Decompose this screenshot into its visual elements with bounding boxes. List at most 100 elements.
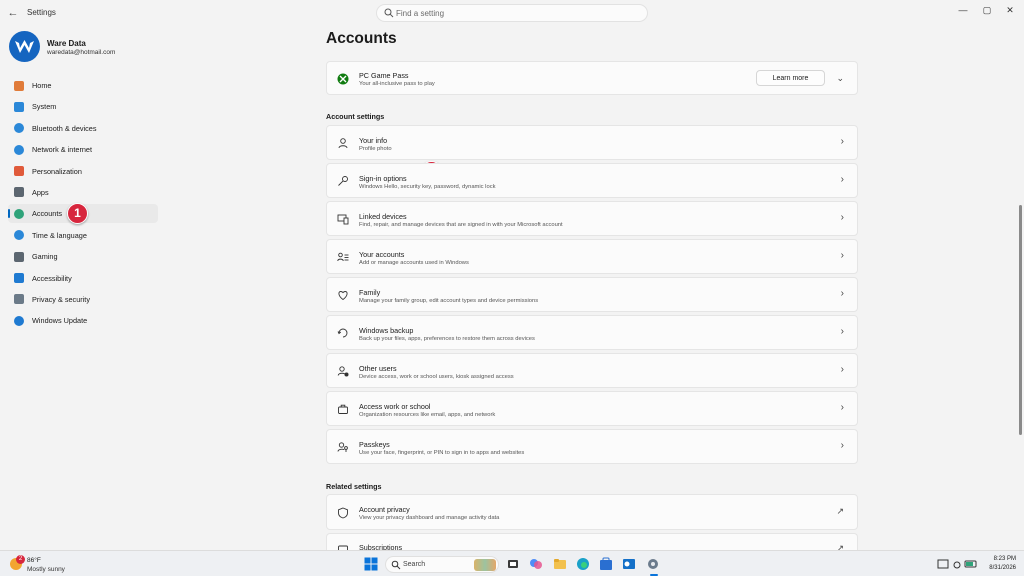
maximize-button[interactable]: ▢ xyxy=(977,3,997,17)
settings-item-family[interactable]: Family Manage your family group, edit acc… xyxy=(326,277,858,312)
title-bar: ← Settings — ▢ ✕ xyxy=(0,0,1024,26)
minimize-button[interactable]: — xyxy=(953,3,973,17)
battery-icon[interactable] xyxy=(964,556,978,572)
sidebar-item-label: Personalization xyxy=(32,166,82,176)
notification-icon[interactable] xyxy=(937,556,949,572)
page-title: Accounts xyxy=(326,30,397,47)
settings-item-your-info[interactable]: Your info Profile photo › xyxy=(326,125,858,160)
windows-start-icon[interactable] xyxy=(363,556,379,572)
external-link-icon: ↗ xyxy=(836,506,844,516)
sidebar-item-windows-update[interactable]: Windows Update xyxy=(8,311,158,330)
sidebar-item-home[interactable]: Home xyxy=(8,76,158,95)
settings-item-your-accounts[interactable]: Your accounts Add or manage accounts used… xyxy=(326,239,858,274)
backup-icon xyxy=(337,328,348,338)
person-outline-icon xyxy=(338,138,348,149)
settings-item-title: Passkeys xyxy=(359,440,390,449)
edge-icon[interactable] xyxy=(575,556,591,572)
settings-item-title: Sign-in options xyxy=(359,174,407,183)
settings-item-subtitle: Device access, work or school users, kio… xyxy=(359,374,514,380)
settings-item-access-work-or-school[interactable]: Access work or school Organization resour… xyxy=(326,391,858,426)
sidebar-item-gaming[interactable]: Gaming xyxy=(8,247,158,266)
settings-item-subtitle: Back up your files, apps, preferences to… xyxy=(359,336,535,342)
user-profile[interactable]: Ware Data waredata@hotmail.com xyxy=(9,31,209,63)
settings-gear-icon[interactable] xyxy=(645,556,661,572)
settings-item-title: Family xyxy=(359,288,381,297)
sidebar-item-label: Privacy & security xyxy=(32,294,90,304)
settings-item-sign-in-options[interactable]: Sign-in options Windows Hello, security k… xyxy=(326,163,858,198)
chevron-down-icon[interactable]: ⌄ xyxy=(836,73,844,84)
settings-item-subtitle: Windows Hello, security key, password, d… xyxy=(359,184,496,190)
clock-time[interactable]: 8:23 PM xyxy=(984,556,1016,562)
avatar xyxy=(9,31,40,62)
close-button[interactable]: ✕ xyxy=(1000,3,1020,17)
task-view-icon[interactable] xyxy=(505,556,521,572)
key-icon xyxy=(338,176,348,186)
search-highlight-icon xyxy=(474,559,496,571)
settings-item-passkeys[interactable]: Passkeys Use your face, fingerprint, or P… xyxy=(326,429,858,464)
sidebar-item-label: Gaming xyxy=(32,252,58,262)
network-icon[interactable] xyxy=(951,556,963,572)
sidebar-item-apps[interactable]: Apps xyxy=(8,183,158,202)
settings-item-other-users[interactable]: Other users Device access, work or school… xyxy=(326,353,858,388)
weather-condition: Mostly sunny xyxy=(27,566,65,573)
sidebar-item-accessibility[interactable]: Accessibility xyxy=(8,269,158,288)
copilot-icon[interactable] xyxy=(528,556,544,572)
sidebar-item-label: Network & internet xyxy=(32,145,93,155)
game-pass-card[interactable]: PC Game Pass Your all-inclusive pass to … xyxy=(326,61,858,95)
profile-logo-icon xyxy=(15,40,34,53)
sidebar-item-privacy-security[interactable]: Privacy & security xyxy=(8,290,158,309)
related-item-subtitle: View your privacy dashboard and manage a… xyxy=(359,515,500,521)
sidebar-item-network-internet[interactable]: Network & internet xyxy=(8,140,158,159)
chevron-right-icon: › xyxy=(840,326,844,337)
person-icon xyxy=(14,208,24,219)
home-icon xyxy=(14,80,24,91)
sidebar-item-label: Bluetooth & devices xyxy=(32,123,97,133)
briefcase-icon xyxy=(338,404,348,414)
sidebar-item-label: Home xyxy=(32,81,52,90)
taskbar-search-label: Search xyxy=(403,561,426,568)
scrollbar[interactable] xyxy=(1019,205,1022,435)
chevron-right-icon: › xyxy=(840,288,844,299)
search-input[interactable] xyxy=(396,7,636,19)
sidebar-item-bluetooth-devices[interactable]: Bluetooth & devices xyxy=(8,119,158,138)
learn-more-button[interactable]: Learn more xyxy=(756,70,825,86)
settings-item-title: Linked devices xyxy=(359,212,407,221)
sidebar-item-personalization[interactable]: Personalization xyxy=(8,162,158,181)
related-item-account-privacy[interactable]: Account privacy View your privacy dashbo… xyxy=(326,494,858,530)
outlook-icon[interactable] xyxy=(621,556,637,572)
store-icon[interactable] xyxy=(598,556,614,572)
heart-icon xyxy=(338,291,348,301)
chevron-right-icon: › xyxy=(840,136,844,147)
taskbar-search[interactable]: Search xyxy=(385,556,499,573)
settings-item-windows-backup[interactable]: Windows backup Back up your files, apps, … xyxy=(326,315,858,350)
xbox-icon xyxy=(337,73,349,85)
update-icon xyxy=(14,315,24,326)
settings-search-box[interactable] xyxy=(376,4,648,22)
system-icon xyxy=(14,101,24,112)
weather-widget[interactable]: 2 86°F Mostly sunny xyxy=(10,555,90,575)
shield-icon xyxy=(14,294,24,305)
sidebar-item-time-language[interactable]: Time & language xyxy=(8,226,158,245)
related-item-title: Account privacy xyxy=(359,505,410,514)
chevron-right-icon: › xyxy=(840,402,844,413)
settings-item-linked-devices[interactable]: Linked devices Find, repair, and manage d… xyxy=(326,201,858,236)
game-pass-subtitle: Your all-inclusive pass to play xyxy=(359,81,435,87)
clock-date[interactable]: 8/31/2026 xyxy=(979,565,1016,571)
step-1-badge: 1 xyxy=(67,203,88,224)
settings-item-title: Other users xyxy=(359,364,397,373)
settings-item-title: Windows backup xyxy=(359,326,414,335)
back-arrow-icon[interactable]: ← xyxy=(6,6,20,20)
search-icon xyxy=(391,560,401,570)
brush-icon xyxy=(14,166,24,177)
accessibility-icon xyxy=(14,273,24,284)
bluetooth-icon xyxy=(14,123,24,134)
wifi-icon xyxy=(14,144,24,155)
settings-item-subtitle: Use your face, fingerprint, or PIN to si… xyxy=(359,450,525,456)
settings-item-subtitle: Profile photo xyxy=(359,146,392,152)
sidebar-item-system[interactable]: System xyxy=(8,97,158,116)
chevron-right-icon: › xyxy=(840,250,844,261)
file-explorer-icon[interactable] xyxy=(552,556,568,572)
settings-item-title: Your accounts xyxy=(359,250,405,259)
settings-item-subtitle: Add or manage accounts used in Windows xyxy=(359,260,469,266)
settings-item-title: Access work or school xyxy=(359,402,431,411)
